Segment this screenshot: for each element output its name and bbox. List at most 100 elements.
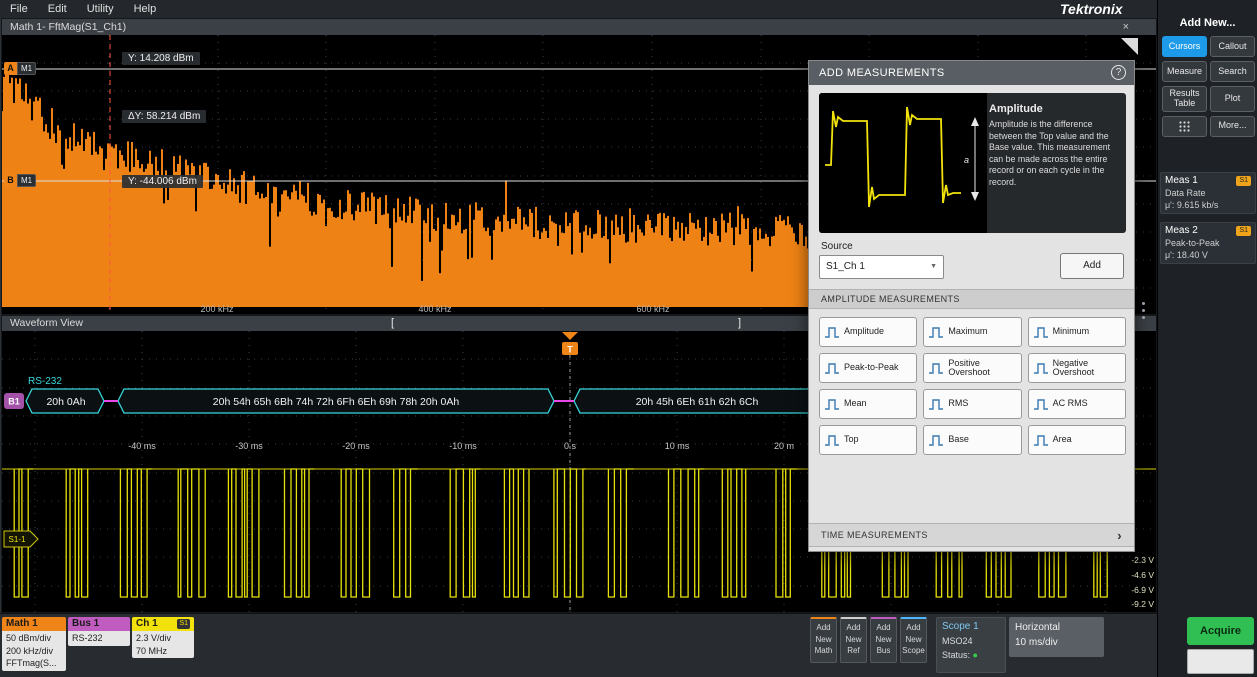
time-tick: -10 ms [449, 441, 477, 451]
positive-overshoot-measurement-button[interactable]: Positive Overshoot [923, 353, 1021, 383]
tekscope-app-window: FileEditUtilityHelp Tektronix – □ × Math… [0, 0, 1257, 677]
base-icon [928, 434, 944, 447]
top-measurement-button[interactable]: Top [819, 425, 917, 455]
preview-measurement-description: Amplitude is the difference between the … [989, 119, 1118, 189]
zoom-corner-handle-icon[interactable] [1121, 38, 1138, 55]
maximum-measurement-button[interactable]: Maximum [923, 317, 1021, 347]
add-new-scope-button[interactable]: AddNewScope [900, 617, 927, 663]
peak-to-peak-measurement-button[interactable]: Peak-to-Peak [819, 353, 917, 383]
trigger-arrow-icon [562, 332, 578, 340]
minimum-measurement-button[interactable]: Minimum [1028, 317, 1126, 347]
ac-rms-measurement-button[interactable]: AC RMS [1028, 389, 1126, 419]
preview-measurement-name: Amplitude [989, 103, 1118, 115]
add-new-more--button[interactable]: More... [1210, 116, 1255, 137]
bus1-badge-title: Bus 1 [68, 617, 130, 631]
button-label: Cursors [1169, 42, 1201, 52]
add-new-panel-title: Add New... [1158, 17, 1257, 29]
chevron-right-icon: › [1117, 524, 1122, 547]
meas1-type: Data Rate [1165, 187, 1251, 199]
waveform-view-title: Waveform View [10, 317, 83, 329]
grid-dots-button[interactable] [1162, 116, 1207, 137]
zoom-left-bracket[interactable]: [ [391, 316, 394, 331]
menu-edit[interactable]: Edit [48, 3, 67, 15]
button-line: New [901, 634, 926, 646]
cursor-b-letter: B [4, 174, 17, 187]
bus1-type: RS-232 [72, 632, 126, 645]
measurement-label: Top [844, 435, 859, 444]
source-dropdown[interactable]: S1_Ch 1 ▼ [819, 255, 944, 279]
cursor-y1-readout: Y: 14.208 dBm [122, 52, 200, 65]
acquire-button[interactable]: Acquire [1187, 617, 1254, 645]
ch1-scale: 2.3 V/div [136, 632, 190, 645]
button-line: New [871, 634, 896, 646]
fft-x-tick: 400 kHz [418, 304, 451, 314]
help-icon[interactable]: ? [1111, 65, 1126, 80]
add-new-math-button[interactable]: AddNewMath [810, 617, 837, 663]
add-new-plot-button[interactable]: Plot [1210, 86, 1255, 112]
add-new-cursors-button[interactable]: Cursors [1162, 36, 1207, 57]
button-label: Plot [1225, 94, 1241, 104]
horizontal-panel[interactable]: Horizontal 10 ms/div [1009, 617, 1104, 657]
acquire-secondary-panel[interactable] [1187, 649, 1254, 674]
measurement-label: RMS [948, 399, 968, 408]
add-measurement-button[interactable]: Add [1060, 253, 1124, 279]
add-new-results-table-button[interactable]: Results Table [1162, 86, 1207, 112]
button-label: Search [1218, 67, 1247, 77]
v-scale-label: -9.2 V [1131, 599, 1154, 609]
top-icon [824, 434, 840, 447]
source-value: S1_Ch 1 [826, 261, 865, 272]
math1-function: FFTmag(S... [6, 657, 62, 670]
cursor-y2-readout: Y: -44.006 dBm [122, 175, 203, 188]
measurement-label: Peak-to-Peak [844, 363, 899, 372]
button-line: Ref [841, 645, 866, 657]
menu-file[interactable]: File [10, 3, 28, 15]
time-tick: 10 ms [665, 441, 690, 451]
ch1-badge[interactable]: Ch 1S1 2.3 V/div 70 MHz [132, 617, 194, 658]
bus-type-label: RS-232 [28, 376, 62, 387]
amplitude-preview-diagram: a [819, 93, 987, 233]
cursor-delta-y-readout: ΔY: 58.214 dBm [122, 110, 206, 123]
zoom-right-bracket[interactable]: ] [738, 316, 741, 331]
panel-splitter-handle[interactable] [1142, 302, 1145, 319]
add-new-bus-button[interactable]: AddNewBus [870, 617, 897, 663]
cursor-b-badge[interactable]: BM1 [4, 174, 36, 187]
measurement-label: Base [948, 435, 969, 444]
meas2-results-badge[interactable]: Meas 2S1 Peak-to-Peak μ': 18.40 V [1160, 222, 1256, 264]
button-line: New [811, 634, 836, 646]
math1-badge[interactable]: Math 1 50 dBm/div 200 kHz/div FFTmag(S..… [2, 617, 66, 671]
area-measurement-button[interactable]: Area [1028, 425, 1126, 455]
menu-bar: FileEditUtilityHelp Tektronix – □ × [0, 0, 1257, 18]
mean-measurement-button[interactable]: Mean [819, 389, 917, 419]
time-tick: -20 ms [342, 441, 370, 451]
time-measurements-header[interactable]: TIME MEASUREMENTS › [809, 523, 1134, 547]
fft-view-close-icon[interactable]: × [1123, 19, 1129, 35]
amplitude-measurement-button[interactable]: Amplitude [819, 317, 917, 347]
add-new-measure-button[interactable]: Measure [1162, 61, 1207, 82]
add-new-panel: Add New... Cursors Callout Measure Search Re… [1157, 0, 1257, 677]
minimum-icon [1033, 326, 1049, 339]
negative-overshoot-measurement-button[interactable]: Negative Overshoot [1028, 353, 1126, 383]
meas1-results-badge[interactable]: Meas 1S1 Data Rate μ': 9.615 kb/s [1160, 172, 1256, 214]
time-tick: 20 m [774, 441, 794, 451]
measurement-label: Positive Overshoot [948, 359, 1016, 378]
bus1-badge[interactable]: Bus 1 RS-232 [68, 617, 130, 646]
base-measurement-button[interactable]: Base [923, 425, 1021, 455]
time-measurements-label: TIME MEASUREMENTS [821, 530, 928, 540]
menu-help[interactable]: Help [134, 3, 157, 15]
cursor-a-badge[interactable]: AM1 [4, 62, 36, 75]
chevron-down-icon: ▼ [930, 256, 937, 278]
add-new-callout-button[interactable]: Callout [1210, 36, 1255, 57]
tektronix-logo: Tektronix [1060, 0, 1123, 18]
button-label: Callout [1218, 42, 1246, 52]
measurement-label: Maximum [948, 327, 987, 336]
ch1-bandwidth: 70 MHz [136, 645, 190, 658]
menu-utility[interactable]: Utility [87, 3, 114, 15]
add-new-search-button[interactable]: Search [1210, 61, 1255, 82]
horizontal-scale: 10 ms/div [1015, 635, 1098, 650]
settings-bar: Math 1 50 dBm/div 200 kHz/div FFTmag(S..… [0, 613, 1157, 677]
rms-measurement-button[interactable]: RMS [923, 389, 1021, 419]
scope1-panel[interactable]: Scope 1 MSO24 Status: ● [936, 617, 1006, 673]
add-new-ref-button[interactable]: AddNewRef [840, 617, 867, 663]
ch1-source-chip: S1 [177, 619, 190, 629]
scope1-model: MSO24 [942, 634, 1000, 648]
